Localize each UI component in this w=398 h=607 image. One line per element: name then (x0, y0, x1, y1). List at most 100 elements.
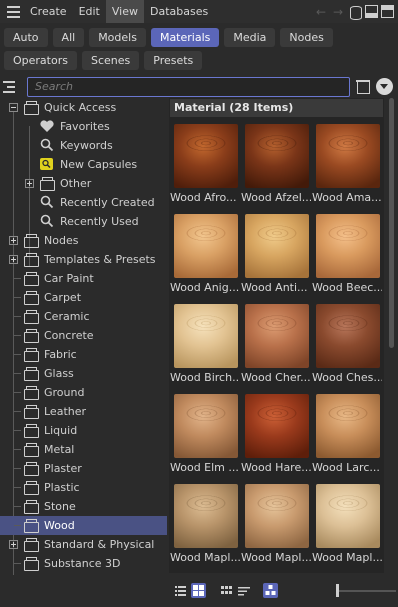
tree-item-ground[interactable]: Ground (0, 383, 167, 402)
filter-operators-button[interactable]: Operators (4, 51, 77, 70)
expand-icon[interactable] (9, 540, 18, 549)
capsule-icon[interactable] (263, 583, 278, 598)
folder-icon (23, 366, 39, 381)
folder-icon (23, 271, 39, 286)
material-thumbnail[interactable]: Wood Elm ... (170, 394, 239, 482)
material-name: Wood Mapl... (241, 551, 311, 564)
tree-item-new-capsules[interactable]: New Capsules (0, 155, 167, 174)
material-thumbnail[interactable]: Wood Ches... (312, 304, 382, 392)
material-thumbnail[interactable]: Wood Mapl... (241, 484, 311, 572)
filter-scenes-button[interactable]: Scenes (81, 51, 140, 70)
menu-databases[interactable]: Databases (144, 0, 214, 23)
tree-item-recently-used[interactable]: Recently Used (0, 212, 167, 231)
tree-item-label: Liquid (44, 424, 78, 437)
menu-bar: Create Edit View Databases ← → (0, 0, 398, 23)
menu-view[interactable]: View (105, 0, 144, 23)
tree-item-ceramic[interactable]: Ceramic (0, 307, 167, 326)
material-name: Wood Larc... (312, 461, 380, 474)
material-thumbnail[interactable]: Wood Birch... (170, 304, 240, 392)
tree-item-quick-access[interactable]: Quick Access (0, 98, 167, 117)
folder-icon (23, 347, 39, 362)
filter-all-button[interactable]: All (52, 28, 85, 47)
tree-item-label: Recently Used (60, 215, 139, 228)
sort-icon[interactable] (237, 583, 252, 598)
tree-item-label: Favorites (60, 120, 110, 133)
tree-item-label: Nodes (44, 234, 79, 247)
tree-item-standard-physical[interactable]: Standard & Physical (0, 535, 167, 554)
filter-auto-button[interactable]: Auto (4, 28, 48, 47)
material-thumbnail[interactable]: Wood Mapl... (312, 484, 382, 572)
material-thumbnail[interactable]: Wood Beec... (312, 214, 382, 302)
tree-guide-line (14, 411, 21, 412)
hamburger-menu-icon[interactable] (2, 0, 24, 23)
tree-item-fabric[interactable]: Fabric (0, 345, 167, 364)
chevron-down-icon[interactable] (376, 78, 393, 95)
filter-nodes-button[interactable]: Nodes (280, 28, 333, 47)
filter-models-button[interactable]: Models (89, 28, 146, 47)
tree-guide-line (14, 278, 21, 279)
folder-icon (23, 290, 39, 305)
material-thumbnail[interactable]: Wood Anig... (170, 214, 239, 302)
tree-item-wood[interactable]: Wood (0, 516, 167, 535)
capsule-tag-icon (39, 157, 55, 171)
tree-item-leather[interactable]: Leather (0, 402, 167, 421)
tree-item-stone[interactable]: Stone (0, 497, 167, 516)
material-thumbnail[interactable]: Wood Hare... (241, 394, 311, 482)
tree-guide-line (14, 297, 21, 298)
tree-item-favorites[interactable]: Favorites (0, 117, 167, 136)
trash-icon[interactable] (356, 79, 370, 94)
tree-item-nodes[interactable]: Nodes (0, 231, 167, 250)
menu-create[interactable]: Create (24, 0, 73, 23)
group-icon[interactable] (219, 583, 234, 598)
material-thumbnail[interactable]: Wood Cher... (241, 304, 311, 392)
zoom-slider-handle[interactable] (336, 584, 339, 597)
database-icon[interactable] (348, 5, 362, 20)
tree-item-label: Recently Created (60, 196, 155, 209)
vertical-scrollbar[interactable] (387, 98, 395, 573)
tree-item-plastic[interactable]: Plastic (0, 478, 167, 497)
tree-item-label: Ground (44, 386, 85, 399)
tree-item-glass[interactable]: Glass (0, 364, 167, 383)
tree-item-carpet[interactable]: Carpet (0, 288, 167, 307)
tree-item-other[interactable]: Other (0, 174, 167, 193)
tree-item-plaster[interactable]: Plaster (0, 459, 167, 478)
material-thumbnail[interactable]: Wood Anti... (241, 214, 309, 302)
layout-bottom-icon[interactable] (365, 5, 378, 18)
list-view-icon[interactable] (173, 583, 188, 598)
tree-guide-line (14, 449, 21, 450)
expand-icon[interactable] (9, 255, 18, 264)
tree-item-substance-3d[interactable]: Substance 3D (0, 554, 167, 573)
tree-item-liquid[interactable]: Liquid (0, 421, 167, 440)
material-thumbnail[interactable]: Wood Afro... (170, 124, 238, 212)
expand-icon[interactable] (25, 179, 34, 188)
material-thumbnail[interactable]: Wood Larc... (312, 394, 380, 482)
expand-icon[interactable] (9, 236, 18, 245)
forward-arrow-icon[interactable]: → (331, 5, 345, 19)
grid-view-icon[interactable] (191, 583, 206, 598)
tree-guide-line (14, 335, 21, 336)
tree-item-keywords[interactable]: Keywords (0, 136, 167, 155)
filter-materials-button[interactable]: Materials (150, 28, 220, 47)
scrollbar-thumb[interactable] (389, 98, 394, 348)
tree-item-concrete[interactable]: Concrete (0, 326, 167, 345)
filter-media-button[interactable]: Media (224, 28, 276, 47)
tree-item-recently-created[interactable]: Recently Created (0, 193, 167, 212)
menu-edit[interactable]: Edit (73, 0, 106, 23)
back-arrow-icon[interactable]: ← (314, 5, 328, 19)
collapse-tree-icon[interactable] (3, 80, 19, 94)
search-input[interactable]: Search (27, 77, 350, 97)
zoom-slider-track[interactable] (336, 590, 396, 592)
collapse-icon[interactable] (9, 103, 18, 112)
material-thumbnail[interactable]: Wood Afzel... (241, 124, 311, 212)
filter-presets-button[interactable]: Presets (144, 51, 203, 70)
tree-item-metal[interactable]: Metal (0, 440, 167, 459)
tree-item-label: Wood (44, 519, 75, 532)
material-thumbnail[interactable]: Wood Mapl... (170, 484, 240, 572)
tree-item-templates-presets[interactable]: Templates & Presets (0, 250, 167, 269)
tree-item-car-paint[interactable]: Car Paint (0, 269, 167, 288)
tree-guide-line (14, 373, 21, 374)
layout-top-icon[interactable] (381, 5, 394, 18)
folder-icon (23, 328, 39, 343)
material-thumbnail[interactable]: Wood Ama... (312, 124, 382, 212)
material-name: Wood Birch... (170, 371, 240, 384)
